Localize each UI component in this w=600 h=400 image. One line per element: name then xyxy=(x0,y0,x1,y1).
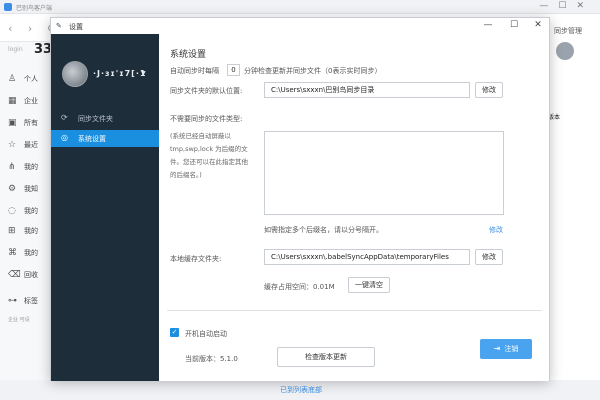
clear-cache-button[interactable]: 一键清空 xyxy=(348,277,390,293)
divider xyxy=(167,310,542,311)
bg-sidebar-item-label: 我的 xyxy=(24,227,38,235)
bg-sidebar-item-label: 我的 xyxy=(24,249,38,257)
default-location-field[interactable]: C:\Users\sxxxn\巴别鸟同步目录 xyxy=(264,82,470,98)
nav-system-settings-label: 系统设置 xyxy=(78,135,106,143)
gear-icon: ⚙ xyxy=(8,184,17,194)
minimize-button[interactable]: — xyxy=(481,20,495,30)
auto-sync-suffix: 分钟检查更新并同步文件（0表示实时同步） xyxy=(244,67,382,75)
nav-sync-folder[interactable]: ⟳ 同步文件夹 xyxy=(51,110,159,127)
current-version-text: 当前版本：5.1.0 xyxy=(185,355,238,363)
cache-folder-field[interactable]: C:\Users\sxxxn\.babelSyncAppData\tempora… xyxy=(264,249,470,265)
chevron-down-icon[interactable]: ▼ xyxy=(141,70,146,77)
sync-icon: ⟳ xyxy=(61,113,68,122)
autostart-label: 开机自动启动 xyxy=(185,330,227,338)
bg-titlebar: 巴别鸟客户端 —☐✕ xyxy=(0,0,600,14)
close-button[interactable]: ✕ xyxy=(531,20,545,30)
maximize-button[interactable]: ☐ xyxy=(507,20,521,30)
dialog-main: 系统设置 自动同步时每隔 0 分钟检查更新并同步文件（0表示实时同步） 同步文件… xyxy=(159,34,549,381)
logout-icon: ⇥ xyxy=(493,344,501,353)
auto-sync-prefix: 自动同步时每隔 xyxy=(170,67,219,75)
bg-window-title: 巴别鸟客户端 xyxy=(16,5,53,12)
share-icon: ⋔ xyxy=(8,162,16,172)
section-title: 系统设置 xyxy=(170,50,207,60)
all-icon: ▣ xyxy=(8,118,17,128)
bg-list-end-link: 已到列表底部 xyxy=(280,386,322,394)
bg-sidebar-item-label: 标签 xyxy=(24,297,38,305)
bg-avatar[interactable] xyxy=(556,42,574,60)
auto-sync-interval-input[interactable]: 0 xyxy=(227,64,240,76)
cache-folder-label: 本地缓存文件夹: xyxy=(170,255,222,263)
check-update-button[interactable]: 检查版本更新 xyxy=(277,347,375,367)
modify-exclude-link[interactable]: 修改 xyxy=(489,225,503,235)
bg-login-label: login xyxy=(8,46,23,53)
user-avatar[interactable] xyxy=(62,61,88,87)
logout-button[interactable]: ⇥ 注销 xyxy=(480,339,532,359)
bg-sidebar-item-label: 我的 xyxy=(24,207,38,215)
settings-dialog: ✎ 设置 — ☐ ✕ ·J·ɜɪ'ɪ7[·1 ▼ ⟳ 同步文件夹 ◎ 系统设置 … xyxy=(50,17,550,381)
trash-icon: ⌫ xyxy=(8,270,21,280)
bg-window-controls[interactable]: —☐✕ xyxy=(539,1,594,11)
dialog-title: 设置 xyxy=(69,23,83,31)
logout-label: 注销 xyxy=(504,345,519,353)
link-icon: ⌘ xyxy=(8,248,17,258)
dialog-sidebar: ·J·ɜɪ'ɪ7[·1 ▼ ⟳ 同步文件夹 ◎ 系统设置 xyxy=(51,34,159,381)
exclude-types-hint: (系统已经自动屏蔽以tmp,swp,lock 为后缀的文件。您还可以在此指定其他… xyxy=(170,132,248,179)
bg-sidebar-item-label: 回收 xyxy=(24,271,38,279)
nav-system-settings[interactable]: ◎ 系统设置 xyxy=(51,130,159,147)
modify-location-button[interactable]: 修改 xyxy=(475,82,503,98)
person-icon: ♙ xyxy=(8,74,17,84)
dashed-circle-icon: ◌ xyxy=(8,206,16,216)
bg-sidebar-item-label: 企业 xyxy=(24,97,38,105)
bg-sidebar-item-label: 个人 xyxy=(24,75,38,83)
autostart-checkbox[interactable]: ✓ xyxy=(170,328,179,337)
box-icon: ⊞ xyxy=(8,226,16,236)
default-location-label: 同步文件夹的默认位置: xyxy=(170,87,243,95)
dialog-titlebar: ✎ 设置 — ☐ ✕ xyxy=(51,18,549,34)
bg-sidebar-item-label: 最近 xyxy=(24,141,38,149)
star-icon: ☆ xyxy=(8,140,17,150)
modify-cache-button[interactable]: 修改 xyxy=(475,249,503,265)
settings-gear-icon: ◎ xyxy=(61,133,68,142)
building-icon: ▦ xyxy=(8,96,17,106)
nav-sync-folder-label: 同步文件夹 xyxy=(78,115,113,123)
app-logo-icon xyxy=(4,3,12,11)
bg-right-panel xyxy=(548,14,600,400)
exclude-types-label: 不需要同步的文件类型: xyxy=(170,115,243,123)
cache-usage-text: 缓存占用空间：0.01M xyxy=(264,283,335,291)
bg-sidebar-item-label: 我的 xyxy=(24,163,38,171)
bg-sync-manage[interactable]: 同步管理 xyxy=(554,26,582,36)
bg-sidebar-item-label: 我知 xyxy=(24,185,38,193)
settings-icon: ✎ xyxy=(56,22,62,30)
tag-icon: ⊶ xyxy=(8,296,17,306)
multi-extension-hint: 如需指定多个后缀名，请以分号隔开。 xyxy=(264,226,383,234)
exclude-types-textarea[interactable] xyxy=(264,131,504,215)
bg-sidebar-item-label: 所有 xyxy=(24,119,38,127)
user-name[interactable]: ·J·ɜɪ'ɪ7[·1 xyxy=(93,69,146,78)
